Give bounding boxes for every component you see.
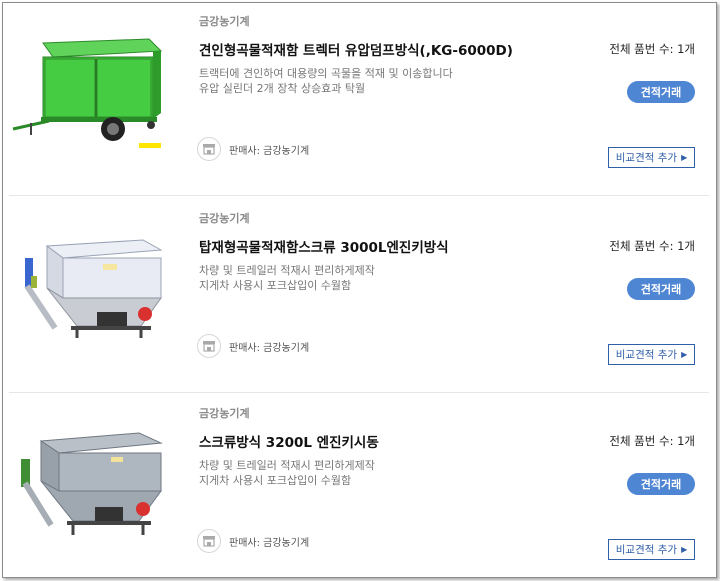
seller-name[interactable]: 금강농기계 (199, 405, 250, 421)
description-line: 지게차 사용시 포크삽입이 수월함 (199, 473, 352, 487)
product-description: 차량 및 트레일러 적재시 편리하게제작 지게차 사용시 포크삽입이 수월함 (199, 264, 375, 293)
description-line: 차량 및 트레일러 적재시 편리하게제작 (199, 264, 375, 277)
seller-label: 판매사: 금강농기계 (229, 342, 310, 354)
product-card: 금강농기계 견인형곡물적재함 트렉터 유압덤프방식(,KG-6000D) 트랙터… (9, 3, 709, 196)
store-icon (197, 137, 221, 161)
description-line: 유압 실린더 2개 장착 상승효과 탁월 (199, 81, 366, 95)
seller-info: 판매사: 금강농기계 (197, 529, 309, 553)
compare-label: 비교견적 추가 (615, 152, 678, 164)
description-line: 트랙터에 견인하여 대용량의 곡물을 적재 및 이송합니다 (199, 67, 453, 80)
chevron-right-icon: ▶ (681, 153, 688, 162)
product-list: 금강농기계 견인형곡물적재함 트렉터 유압덤프방식(,KG-6000D) 트랙터… (2, 2, 717, 578)
seller-info: 판매사: 금강농기계 (197, 334, 309, 358)
add-compare-quote-button[interactable]: 비교견적 추가 ▶ (608, 344, 695, 365)
add-compare-quote-button[interactable]: 비교견적 추가 ▶ (608, 539, 695, 560)
compare-label: 비교견적 추가 (615, 349, 678, 361)
quote-trade-button[interactable]: 견적거래 (627, 81, 695, 103)
seller-name[interactable]: 금강농기계 (199, 210, 250, 226)
product-card: 금강농기계 스크류방식 3200L 엔진키시동 차량 및 트레일러 적재시 편리… (9, 395, 709, 577)
seller-label: 판매사: 금강농기계 (229, 537, 310, 549)
chevron-right-icon: ▶ (681, 350, 688, 359)
item-count: 전체 품번 수: 1개 (609, 42, 695, 56)
compare-label: 비교견적 추가 (615, 544, 678, 556)
quote-trade-button[interactable]: 견적거래 (627, 278, 695, 300)
description-line: 차량 및 트레일러 적재시 편리하게제작 (199, 459, 375, 472)
product-description: 트랙터에 견인하여 대용량의 곡물을 적재 및 이송합니다 유압 실린더 2개 … (199, 67, 453, 96)
product-title[interactable]: 스크류방식 3200L 엔진키시동 (199, 431, 379, 451)
product-title[interactable]: 견인형곡물적재함 트렉터 유압덤프방식(,KG-6000D) (199, 39, 513, 59)
quote-trade-button[interactable]: 견적거래 (627, 473, 695, 495)
description-line: 지게차 사용시 포크삽입이 수월함 (199, 278, 352, 292)
product-image[interactable] (11, 226, 175, 348)
product-image[interactable] (11, 421, 175, 543)
grain-hopper-galvanized-icon (21, 432, 163, 535)
item-count: 전체 품번 수: 1개 (609, 239, 695, 253)
grain-hopper-white-icon (24, 239, 163, 338)
chevron-right-icon: ▶ (681, 545, 688, 554)
store-icon (197, 334, 221, 358)
product-description: 차량 및 트레일러 적재시 편리하게제작 지게차 사용시 포크삽입이 수월함 (199, 459, 375, 488)
seller-name[interactable]: 금강농기계 (199, 13, 250, 29)
seller-label: 판매사: 금강농기계 (229, 145, 310, 157)
seller-info: 판매사: 금강농기계 (197, 137, 309, 161)
store-icon (197, 529, 221, 553)
green-dump-trailer-icon (12, 38, 163, 148)
add-compare-quote-button[interactable]: 비교견적 추가 ▶ (608, 147, 695, 168)
product-title[interactable]: 탑재형곡물적재함스크류 3000L엔진키방식 (199, 236, 449, 256)
item-count: 전체 품번 수: 1개 (609, 434, 695, 448)
product-card: 금강농기계 탑재형곡물적재함스크류 3000L엔진키방식 차량 및 트레일러 적… (9, 200, 709, 393)
product-image[interactable] (11, 29, 175, 151)
